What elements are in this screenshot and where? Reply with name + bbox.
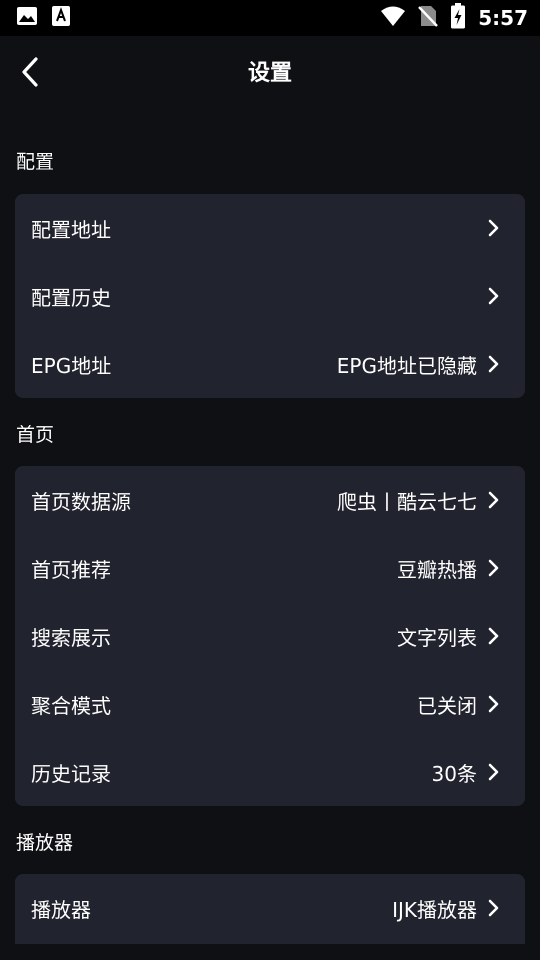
row-label: 搜索展示 — [31, 625, 111, 650]
chevron-right-icon — [487, 763, 501, 781]
section-label-config: 配置 — [16, 151, 55, 173]
chevron-right-icon — [487, 899, 501, 917]
row-config-history[interactable]: 配置历史 — [15, 262, 525, 330]
row-home-data-source[interactable]: 首页数据源 爬虫丨酷云七七 — [15, 466, 525, 534]
row-value: 已关闭 — [417, 693, 477, 718]
row-epg-address[interactable]: EPG地址 EPG地址已隐藏 — [15, 330, 525, 398]
row-value: EPG地址已隐藏 — [336, 353, 477, 378]
chevron-left-icon — [20, 56, 40, 92]
wifi-icon — [380, 5, 406, 31]
row-label: 聚合模式 — [31, 693, 111, 718]
row-label: 首页推荐 — [31, 557, 111, 582]
row-home-recommend[interactable]: 首页推荐 豆瓣热播 — [15, 534, 525, 602]
back-button[interactable] — [10, 54, 50, 94]
row-value: 爬虫丨酷云七七 — [337, 489, 477, 514]
font-a-icon — [52, 6, 70, 30]
status-time: 5:57 — [478, 6, 528, 30]
row-value: 30条 — [431, 761, 477, 786]
chevron-right-icon — [487, 287, 501, 305]
no-sim-icon — [418, 4, 439, 32]
chevron-right-icon — [487, 627, 501, 645]
row-label: 配置历史 — [31, 285, 111, 310]
image-icon — [16, 6, 38, 30]
row-value: 豆瓣热播 — [397, 557, 477, 582]
chevron-right-icon — [487, 491, 501, 509]
row-label: 配置地址 — [31, 217, 111, 242]
row-label: 首页数据源 — [31, 489, 131, 514]
row-value: IJK播放器 — [392, 897, 477, 922]
row-aggregate-mode[interactable]: 聚合模式 已关闭 — [15, 670, 525, 738]
row-label: 播放器 — [31, 897, 91, 922]
chevron-right-icon — [487, 695, 501, 713]
section-label-home: 首页 — [16, 424, 55, 446]
home-card: 首页数据源 爬虫丨酷云七七 首页推荐 豆瓣热播 搜索展示 文字列表 聚合模式 已… — [15, 466, 525, 806]
app-bar: 设置 — [0, 36, 540, 112]
row-label: 历史记录 — [31, 761, 111, 786]
battery-charging-icon — [450, 3, 466, 33]
chevron-right-icon — [487, 559, 501, 577]
row-config-address[interactable]: 配置地址 — [15, 194, 525, 262]
player-card: 播放器 IJK播放器 — [15, 874, 525, 944]
config-card: 配置地址 配置历史 EPG地址 EPG地址已隐藏 — [15, 194, 525, 398]
status-bar: 5:57 — [0, 0, 540, 36]
row-label: EPG地址 — [31, 353, 112, 378]
section-label-player: 播放器 — [16, 832, 74, 854]
row-value: 文字列表 — [397, 625, 477, 650]
row-history-records[interactable]: 历史记录 30条 — [15, 738, 525, 806]
page-title: 设置 — [247, 61, 292, 86]
row-search-display[interactable]: 搜索展示 文字列表 — [15, 602, 525, 670]
chevron-right-icon — [487, 355, 501, 373]
row-player[interactable]: 播放器 IJK播放器 — [15, 874, 525, 942]
chevron-right-icon — [487, 219, 501, 237]
